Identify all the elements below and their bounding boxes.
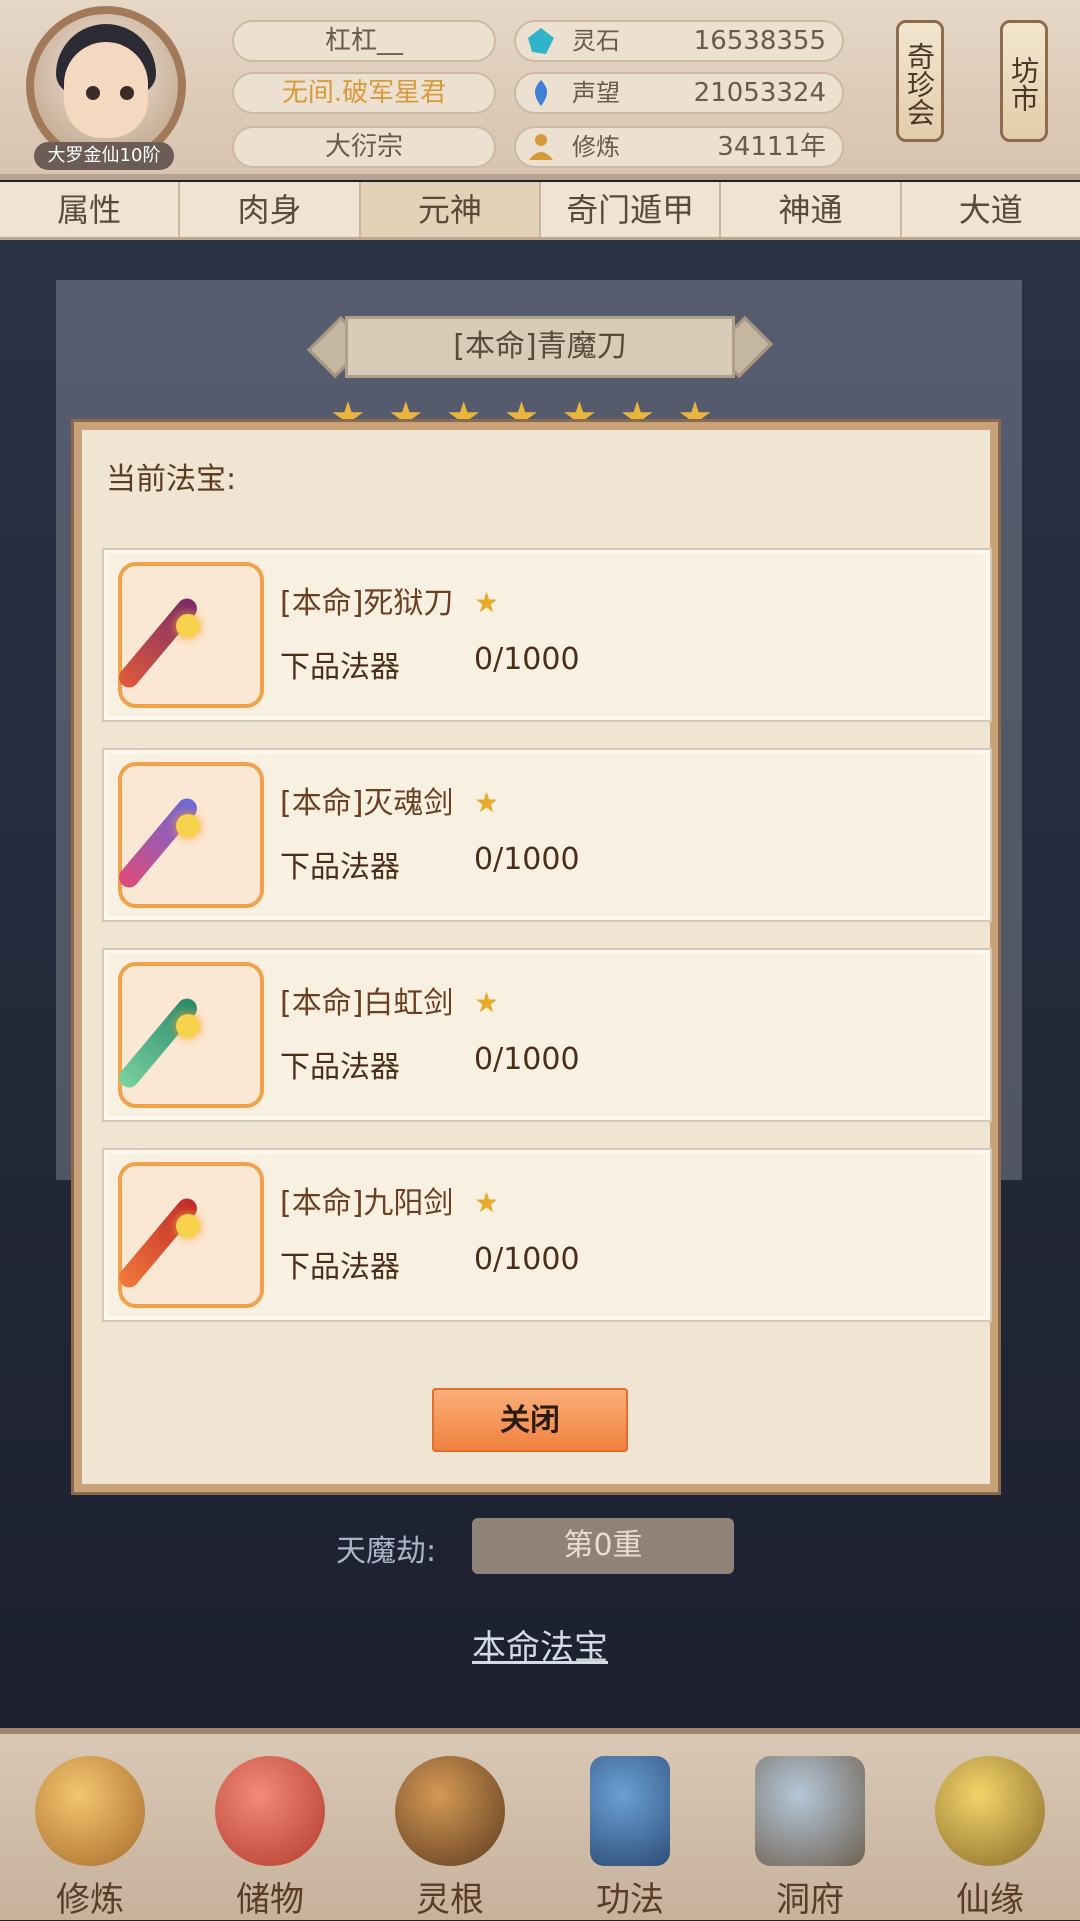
gourd-icon bbox=[935, 1756, 1045, 1866]
gem-icon bbox=[176, 1214, 200, 1238]
avatar-eye bbox=[120, 86, 134, 100]
resource-label: 声望 bbox=[572, 79, 620, 107]
close-button[interactable]: 关闭 bbox=[432, 1388, 628, 1452]
resource-label: 灵石 bbox=[572, 27, 620, 55]
resource-label: 修炼 bbox=[572, 133, 620, 161]
treasure-count: 0/1000 bbox=[474, 1242, 580, 1277]
tab-yuanshen[interactable]: 元神 bbox=[360, 182, 541, 237]
sword-icon bbox=[114, 794, 202, 892]
star-icon: ★ bbox=[474, 1186, 500, 1219]
dialog-title: 当前法宝: bbox=[106, 462, 237, 497]
benming-faobao-link[interactable]: 本命法宝 bbox=[0, 1620, 1080, 1669]
treasure-count: 0/1000 bbox=[474, 642, 580, 677]
star-icon: ★ bbox=[474, 586, 500, 619]
treasure-thumbnail bbox=[114, 1162, 264, 1308]
nav-label: 仙缘 bbox=[956, 1880, 1024, 1920]
nav-label: 功法 bbox=[596, 1880, 664, 1920]
nav-label: 灵根 bbox=[416, 1880, 484, 1920]
tab-attributes[interactable]: 属性 bbox=[0, 182, 181, 237]
treasure-thumbnail bbox=[114, 562, 264, 708]
treasure-item[interactable]: [本命]白虹剑 ★ 下品法器 0/1000 bbox=[102, 948, 992, 1122]
nav-label: 修炼 bbox=[56, 1880, 124, 1920]
rank-badge: 大罗金仙10阶 bbox=[34, 142, 174, 170]
scripture-book-icon bbox=[590, 1756, 670, 1866]
tab-body[interactable]: 肉身 bbox=[180, 182, 361, 237]
nav-label: 储物 bbox=[236, 1880, 304, 1920]
sword-icon bbox=[114, 1194, 202, 1292]
resource-value: 21053324 bbox=[693, 78, 826, 108]
treasure-thumbnail bbox=[114, 962, 264, 1108]
treasure-grade: 下品法器 bbox=[280, 650, 400, 685]
resource-value: 34111年 bbox=[717, 132, 826, 162]
storage-bag-icon bbox=[215, 1756, 325, 1866]
tab-qimen[interactable]: 奇门遁甲 bbox=[541, 182, 722, 237]
fangshi-button[interactable]: 坊市 bbox=[1000, 20, 1048, 142]
gem-icon bbox=[176, 614, 200, 638]
star-icon: ★ bbox=[474, 986, 500, 1019]
nav-label: 洞府 bbox=[776, 1880, 844, 1920]
nav-dongfu[interactable]: 洞府 bbox=[720, 1734, 900, 1920]
spirit-root-icon bbox=[395, 1756, 505, 1866]
treasure-name: [本命]死狱刀 bbox=[280, 586, 454, 621]
spirit-stone-icon bbox=[528, 28, 554, 54]
tianmo-label: 天魔劫: bbox=[336, 1534, 437, 1569]
treasure-name: [本命]灭魂剑 bbox=[280, 786, 454, 821]
resource-spirit-stone: 灵石 16538355 bbox=[514, 20, 844, 62]
treasure-grade: 下品法器 bbox=[280, 1050, 400, 1085]
tab-shentong[interactable]: 神通 bbox=[721, 182, 902, 237]
treasure-count: 0/1000 bbox=[474, 1042, 580, 1077]
player-name: 杠杠__ bbox=[232, 20, 496, 62]
treasure-name: [本命]白虹剑 bbox=[280, 986, 454, 1021]
avatar-face bbox=[64, 42, 148, 138]
treasure-grade: 下品法器 bbox=[280, 850, 400, 885]
blade-icon bbox=[114, 594, 202, 692]
treasure-item[interactable]: [本命]灭魂剑 ★ 下品法器 0/1000 bbox=[102, 748, 992, 922]
current-treasure-dialog: 当前法宝: [本命]死狱刀 ★ 下品法器 0/1000 [本命]灭魂剑 ★ 下品… bbox=[74, 422, 998, 1492]
tianmo-value: 第0重 bbox=[472, 1518, 734, 1574]
cultivation-icon bbox=[529, 134, 553, 160]
reputation-icon bbox=[534, 80, 548, 106]
nav-xiulian[interactable]: 修炼 bbox=[0, 1734, 180, 1920]
tab-dadao[interactable]: 大道 bbox=[902, 182, 1080, 237]
star-icon: ★ bbox=[474, 786, 500, 819]
qizhenhui-button[interactable]: 奇珍会 bbox=[896, 20, 944, 142]
sword-icon bbox=[114, 994, 202, 1092]
resource-value: 16538355 bbox=[693, 26, 826, 56]
nav-linggen[interactable]: 灵根 bbox=[360, 1734, 540, 1920]
treasure-item[interactable]: [本命]九阳剑 ★ 下品法器 0/1000 bbox=[102, 1148, 992, 1322]
nav-chuwu[interactable]: 储物 bbox=[180, 1734, 360, 1920]
gem-icon bbox=[176, 1014, 200, 1038]
nav-xianyuan[interactable]: 仙缘 bbox=[900, 1734, 1080, 1920]
player-sect: 大衍宗 bbox=[232, 126, 496, 168]
treasure-count: 0/1000 bbox=[474, 842, 580, 877]
weapon-name-banner: [本命]青魔刀 bbox=[345, 316, 735, 378]
treasure-grade: 下品法器 bbox=[280, 1250, 400, 1285]
treasure-thumbnail bbox=[114, 762, 264, 908]
player-title[interactable]: 无间.破军星君 bbox=[232, 72, 496, 114]
top-header: 大罗金仙10阶 杠杠__ 无间.破军星君 大衍宗 灵石 16538355 声望 … bbox=[0, 0, 1080, 180]
meditating-monk-icon bbox=[35, 1756, 145, 1866]
nav-gongfa[interactable]: 功法 bbox=[540, 1734, 720, 1920]
treasure-name: [本命]九阳剑 bbox=[280, 1186, 454, 1221]
resource-cultivation: 修炼 34111年 bbox=[514, 126, 844, 168]
tab-bar: 属性 肉身 元神 奇门遁甲 神通 大道 bbox=[0, 182, 1080, 240]
cave-dwelling-icon bbox=[755, 1756, 865, 1866]
gem-icon bbox=[176, 814, 200, 838]
treasure-item[interactable]: [本命]死狱刀 ★ 下品法器 0/1000 bbox=[102, 548, 992, 722]
bottom-nav: 修炼 储物 灵根 功法 洞府 仙缘 bbox=[0, 1728, 1080, 1920]
resource-reputation: 声望 21053324 bbox=[514, 72, 844, 114]
avatar-eye bbox=[86, 86, 100, 100]
